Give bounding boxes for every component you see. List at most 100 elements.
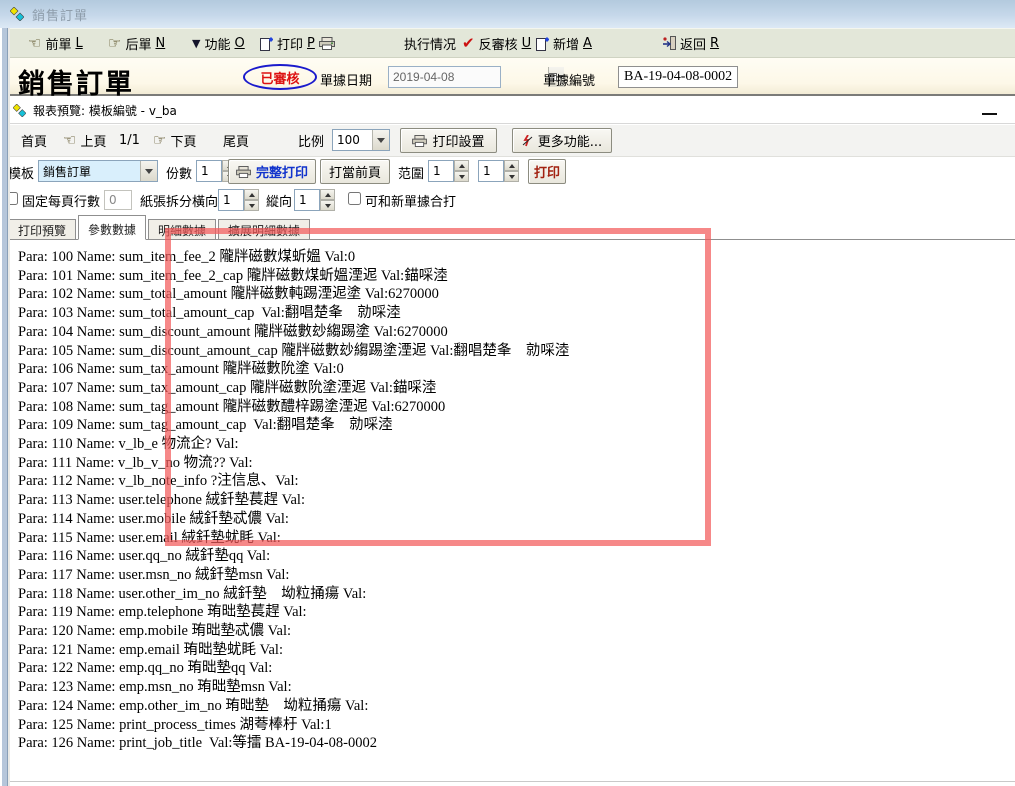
spin-down[interactable] (244, 200, 259, 211)
param-line: Para: 101 Name: sum_item_fee_2_cap 隴牉磁數煤… (18, 267, 1015, 286)
app-icon (10, 7, 24, 21)
param-line: Para: 109 Name: sum_tag_amount_cap Val:翻… (18, 416, 1015, 435)
tab-parameter-data[interactable]: 參數數據 (78, 215, 146, 240)
param-line: Para: 113 Name: user.telephone 絨釺墊萇趕 Val… (18, 491, 1015, 510)
print-doc-icon (260, 36, 273, 51)
full-print-button[interactable]: 完整打印 (228, 159, 316, 184)
hotkey: O (234, 36, 244, 51)
param-line: Para: 126 Name: print_job_title Val:等擂 B… (18, 734, 1015, 753)
tab-detail-data[interactable]: 明細數據 (148, 219, 216, 239)
param-line: Para: 107 Name: sum_tax_amount_cap 隴牉磁數阭… (18, 379, 1015, 398)
arrow-down-icon: ▼ (192, 37, 200, 50)
exit-icon (662, 36, 676, 50)
param-line: Para: 105 Name: sum_discount_amount_cap … (18, 342, 1015, 361)
date-input[interactable] (389, 67, 548, 87)
param-line: Para: 112 Name: v_lb_note_info ?注信息、Val: (18, 472, 1015, 491)
bottom-divider (0, 781, 1015, 782)
window-left-frame (0, 28, 10, 786)
hand-right-icon: ☞ (108, 34, 121, 52)
status-text: 已審核 (260, 68, 299, 87)
document-header: 銷售訂單 已審核 單據日期 單據編號 (0, 58, 1015, 96)
docno-label: 單據編號 (543, 70, 595, 89)
param-line: Para: 117 Name: user.msn_no 絨釺墊msn Val: (18, 566, 1015, 585)
minimize-icon[interactable] (982, 113, 997, 115)
param-line: Para: 100 Name: sum_item_fee_2 隴牉磁數煤蚚媼 V… (18, 248, 1015, 267)
printer-icon (412, 135, 427, 147)
range-to-stepper[interactable]: 1 (478, 160, 519, 182)
tab-strip: 打印預覽 參數數據 明細數據 擴展明細數據 (0, 214, 1015, 240)
next-doc-button[interactable]: ☞ 后單N (104, 29, 169, 57)
range-from-stepper[interactable]: 1 (428, 160, 469, 182)
add-new-button[interactable]: 新增 A (532, 29, 596, 57)
hotkey: P (307, 36, 315, 51)
param-line: Para: 106 Name: sum_tax_amount 隴牉磁數阭塗 Va… (18, 360, 1015, 379)
prev-doc-button[interactable]: ☜ 前單L (24, 29, 87, 57)
tab-extended-detail-data[interactable]: 擴展明細數據 (218, 219, 310, 239)
prev-page-button[interactable]: ☜ 上頁 (60, 125, 109, 155)
param-line: Para: 104 Name: sum_discount_amount 隴牉磁數… (18, 323, 1015, 342)
scale-select[interactable]: 100 (332, 129, 390, 151)
report-preview-panel: 報表預覽: 模板編號 - v_ba 首頁 ☜ 上頁 1/1 ☞ 下頁 尾頁 比例… (0, 96, 1015, 786)
split-horizontal-label: 紙張拆分橫向 (140, 191, 218, 210)
fixed-lines-field[interactable]: 0 (104, 190, 132, 210)
param-line: Para: 102 Name: sum_total_amount 隴牉磁數軘踢湮… (18, 285, 1015, 304)
copies-label: 份數 (166, 163, 192, 182)
printer-icon (236, 166, 251, 178)
spin-down[interactable] (454, 171, 469, 182)
page-indicator: 1/1 (116, 125, 143, 155)
chevron-down-icon[interactable] (372, 130, 389, 150)
scale-label: 比例 (295, 125, 327, 155)
param-line: Para: 123 Name: emp.msn_no 珛昢墊msn Val: (18, 678, 1015, 697)
window-title: 銷售訂單 (32, 5, 88, 24)
param-line: Para: 121 Name: emp.email 珛昢墊蚘眊 Val: (18, 641, 1015, 660)
param-line: Para: 118 Name: user.other_im_no 絨釺墊 坳粒捅… (18, 585, 1015, 604)
return-button[interactable]: 返回R (658, 29, 723, 57)
return-label: 返回 (680, 34, 706, 53)
print-range-button[interactable]: 打印 (528, 159, 566, 184)
hotkey: A (583, 36, 592, 51)
more-functions-button[interactable]: 更多功能... (512, 128, 612, 153)
first-page-button[interactable]: 首頁 (18, 125, 50, 155)
printer-icon (319, 37, 335, 50)
add-new-label: 新增 (553, 34, 579, 53)
window-titlebar: 銷售訂單 (0, 0, 1015, 28)
spin-down[interactable] (504, 171, 519, 182)
split-vertical-stepper[interactable]: 1 (294, 189, 335, 211)
range-label: 范圍 (398, 163, 424, 182)
print-button[interactable]: 打印P (256, 29, 339, 57)
unapprove-button[interactable]: ✔ 反審核U (458, 29, 535, 57)
param-line: Para: 124 Name: emp.other_im_no 珛昢墊 坳粒捅瘍… (18, 697, 1015, 716)
docno-input[interactable] (618, 66, 738, 88)
spin-up[interactable] (320, 189, 335, 200)
template-select[interactable]: 銷售訂單 (38, 160, 158, 182)
preview-titlebar: 報表預覽: 模板編號 - v_ba (0, 98, 1015, 124)
prev-doc-label: 前單 (45, 34, 71, 53)
split-horizontal-stepper[interactable]: 1 (218, 189, 259, 211)
date-label: 單據日期 (320, 70, 372, 89)
print-setup-button[interactable]: 打印設置 (400, 128, 497, 153)
template-row: 模板 銷售訂單 份數 1 完整打印 打當前頁 范圍 1 (0, 157, 1015, 186)
split-vertical-label: 縱向 (266, 191, 292, 210)
red-check-icon: ✔ (462, 34, 475, 52)
spin-down[interactable] (320, 200, 335, 211)
execution-status-button[interactable]: 执行情况 (400, 29, 460, 57)
spin-up[interactable] (504, 160, 519, 171)
hotkey: N (155, 36, 165, 51)
next-page-button[interactable]: ☞ 下頁 (150, 125, 199, 155)
param-line: Para: 125 Name: print_process_times 湖荂棒杅… (18, 716, 1015, 735)
preview-icon (13, 104, 26, 117)
date-field[interactable] (388, 66, 501, 88)
spin-up[interactable] (244, 189, 259, 200)
last-page-button[interactable]: 尾頁 (220, 125, 252, 155)
merge-print-checkbox[interactable] (348, 192, 361, 205)
preview-title: 報表預覽: 模板編號 - v_ba (33, 102, 177, 119)
chevron-down-icon[interactable] (140, 161, 157, 181)
functions-label: 功能 (204, 34, 230, 53)
tab-print-preview[interactable]: 打印預覽 (8, 219, 76, 239)
print-current-page-button[interactable]: 打當前頁 (320, 159, 390, 184)
functions-button[interactable]: ▼ 功能 O (188, 29, 249, 57)
hotkey: L (75, 36, 82, 51)
param-line: Para: 103 Name: sum_total_amount_cap Val… (18, 304, 1015, 323)
spin-up[interactable] (454, 160, 469, 171)
param-line: Para: 108 Name: sum_tag_amount 隴牉磁數醴梓踢塗湮… (18, 398, 1015, 417)
